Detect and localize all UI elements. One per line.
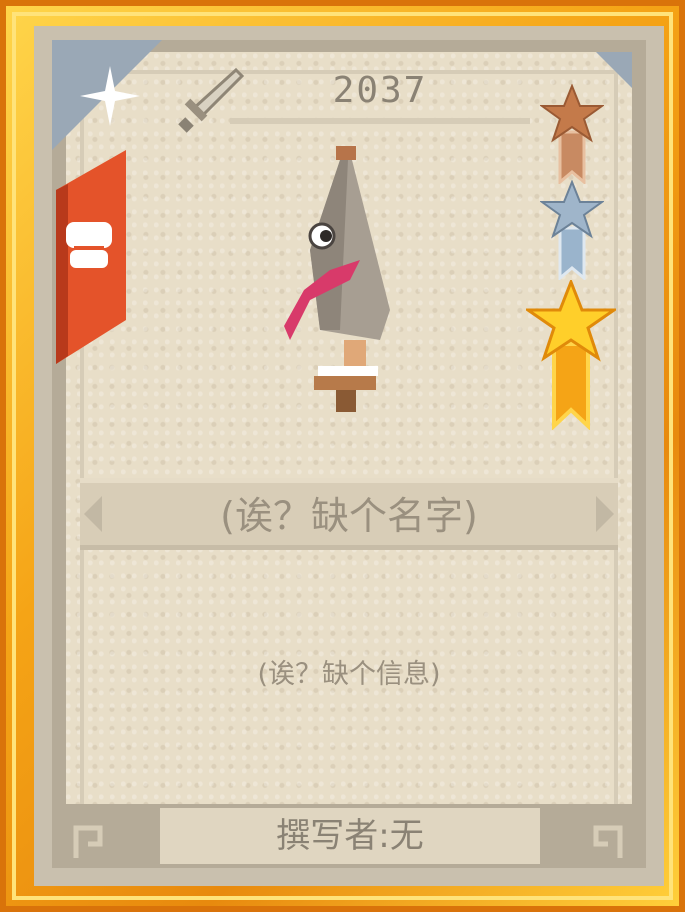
next-arrow-icon[interactable] xyxy=(596,496,614,532)
corner-ornament-right-icon xyxy=(593,825,623,858)
number-underline xyxy=(230,118,530,124)
card-description: (诶？缺个信息) xyxy=(257,659,441,690)
card-name: (诶？缺个名字) xyxy=(220,494,478,538)
card-author: 撰写者:无 xyxy=(276,816,424,856)
sparkle-icon xyxy=(80,66,140,126)
corner-triangle xyxy=(596,52,632,88)
corner-ornament-left-icon xyxy=(73,825,103,858)
bronze-star-medal-icon xyxy=(540,84,604,184)
gold-star-medal-icon xyxy=(526,280,616,430)
silver-star-medal-icon xyxy=(540,180,604,280)
card-number: 2037 xyxy=(332,70,428,111)
fish-creature-sprite xyxy=(284,146,390,412)
fist-icon xyxy=(56,150,126,364)
